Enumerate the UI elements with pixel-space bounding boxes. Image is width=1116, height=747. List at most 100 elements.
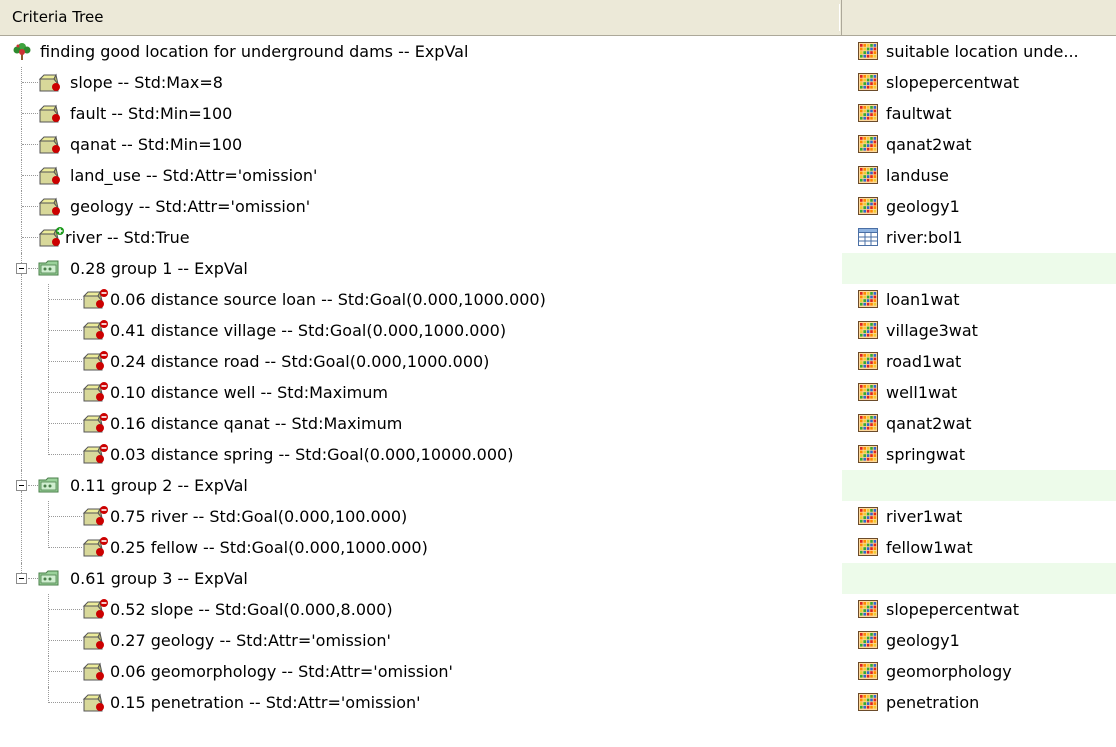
tree-connector-line xyxy=(49,361,82,362)
node-label: geology -- Std:Attr='omission' xyxy=(70,197,311,216)
criterion-row[interactable]: 0.52 slope -- Std:Goal(0.000,8.000) slope… xyxy=(0,594,1116,625)
criterion-row[interactable]: 0.15 penetration -- Std:Attr='omission' p… xyxy=(0,687,1116,718)
criterion-row[interactable]: 0.27 geology -- Std:Attr='omission' geolo… xyxy=(0,625,1116,656)
constraint-criterion-icon xyxy=(38,71,66,97)
constraint-row[interactable]: geology -- Std:Attr='omission' geology1 xyxy=(0,191,1116,222)
tree-root-row[interactable]: finding good location for underground da… xyxy=(0,36,1116,67)
criteria-tree-column-header[interactable]: Criteria Tree xyxy=(0,0,842,35)
node-label: finding good location for underground da… xyxy=(40,42,469,61)
criterion-row[interactable]: 0.16 distance qanat -- Std:Maximum qanat2… xyxy=(0,408,1116,439)
node-label: qanat -- Std:Min=100 xyxy=(70,135,243,154)
tree-connector-line xyxy=(48,687,49,703)
node-label: 0.52 slope -- Std:Goal(0.000,8.000) xyxy=(110,600,393,619)
layer-cell xyxy=(842,253,1116,284)
node-label: fault -- Std:Min=100 xyxy=(70,104,233,123)
group-row[interactable]: 0.11 group 2 -- ExpVal xyxy=(0,470,1116,501)
column-header-bar: Criteria Tree xyxy=(0,0,1116,36)
factor-criterion-icon xyxy=(82,660,110,686)
tree-connector-line xyxy=(22,237,38,238)
tree-connector-line xyxy=(21,274,22,284)
layer-cell: slopepercentwat xyxy=(842,67,1116,98)
tree-connector-line xyxy=(21,470,22,480)
factor-criterion-icon xyxy=(82,629,110,655)
raster-layer-icon xyxy=(858,507,878,525)
raster-layer-icon xyxy=(858,321,878,339)
criterion-row[interactable]: 0.41 distance village -- Std:Goal(0.000,… xyxy=(0,315,1116,346)
criterion-row[interactable]: 0.75 river -- Std:Goal(0.000,100.000) riv… xyxy=(0,501,1116,532)
layer-cell: loan1wat xyxy=(842,284,1116,315)
collapse-toggle-icon[interactable] xyxy=(16,263,27,274)
tree-connector-line xyxy=(22,206,38,207)
raster-layer-icon xyxy=(858,631,878,649)
tree-connector-line xyxy=(48,532,49,548)
layer-name: slopepercentwat xyxy=(886,600,1020,619)
layer-cell: river:bol1 xyxy=(842,222,1116,253)
tree-connector-line xyxy=(21,532,22,563)
tree-connector-line xyxy=(21,439,22,470)
collapse-toggle-icon[interactable] xyxy=(16,480,27,491)
layer-cell xyxy=(842,470,1116,501)
factor-criterion-icon xyxy=(82,319,110,345)
collapse-toggle-icon[interactable] xyxy=(16,573,27,584)
raster-layer-icon xyxy=(858,135,878,153)
tree-connector-line xyxy=(21,501,22,532)
criterion-row[interactable]: 0.03 distance spring -- Std:Goal(0.000,1… xyxy=(0,439,1116,470)
raster-layer-icon xyxy=(858,42,878,60)
tree-connector-line xyxy=(21,408,22,439)
layer-cell: well1wat xyxy=(842,377,1116,408)
tree-connector-line xyxy=(49,299,82,300)
layer-cell: river1wat xyxy=(842,501,1116,532)
node-label: slope -- Std:Max=8 xyxy=(70,73,223,92)
layer-name: slopepercentwat xyxy=(886,73,1020,92)
constraint-row[interactable]: qanat -- Std:Min=100 qanat2wat xyxy=(0,129,1116,160)
raster-layer-icon xyxy=(858,600,878,618)
tree-connector-line xyxy=(48,439,49,455)
criterion-row[interactable]: 0.25 fellow -- Std:Goal(0.000,1000.000) f… xyxy=(0,532,1116,563)
tree-connector-line xyxy=(21,377,22,408)
tree-connector-line xyxy=(49,454,82,455)
layer-cell: landuse xyxy=(842,160,1116,191)
table-layer-icon xyxy=(858,228,878,246)
layer-cell: springwat xyxy=(842,439,1116,470)
tree-connector-line xyxy=(49,516,82,517)
node-label: 0.16 distance qanat -- Std:Maximum xyxy=(110,414,403,433)
criterion-row[interactable]: 0.10 distance well -- Std:Maximum well1wa… xyxy=(0,377,1116,408)
factor-criterion-icon xyxy=(82,691,110,717)
constraint-row[interactable]: land_use -- Std:Attr='omission' landuse xyxy=(0,160,1116,191)
factor-criterion-icon xyxy=(82,350,110,376)
constraint-row[interactable]: slope -- Std:Max=8 slopepercentwat xyxy=(0,67,1116,98)
layer-name: river:bol1 xyxy=(886,228,963,247)
node-label: 0.41 distance village -- Std:Goal(0.000,… xyxy=(110,321,507,340)
group-row[interactable]: 0.28 group 1 -- ExpVal xyxy=(0,253,1116,284)
raster-layer-icon xyxy=(858,693,878,711)
tree-connector-line xyxy=(49,671,82,672)
tree-connector-line xyxy=(28,485,38,486)
decision-tree-icon xyxy=(12,41,32,65)
tree-connector-line xyxy=(22,113,38,114)
tree-connector-line xyxy=(28,268,38,269)
criterion-row[interactable]: 0.24 distance road -- Std:Goal(0.000,100… xyxy=(0,346,1116,377)
layer-name: springwat xyxy=(886,445,965,464)
raster-layer-icon xyxy=(858,290,878,308)
constraint-criterion-icon xyxy=(38,195,66,221)
layer-column-header[interactable] xyxy=(843,0,1116,35)
criterion-row[interactable]: 0.06 geomorphology -- Std:Attr='omission… xyxy=(0,656,1116,687)
layer-name: suitable location unde... xyxy=(886,42,1079,61)
node-label: 0.75 river -- Std:Goal(0.000,100.000) xyxy=(110,507,408,526)
layer-cell: geology1 xyxy=(842,191,1116,222)
layer-name: road1wat xyxy=(886,352,962,371)
node-label: 0.10 distance well -- Std:Maximum xyxy=(110,383,388,402)
node-label: 0.28 group 1 -- ExpVal xyxy=(70,259,248,278)
raster-layer-icon xyxy=(858,197,878,215)
layer-name: landuse xyxy=(886,166,949,185)
criterion-row[interactable]: 0.06 distance source loan -- Std:Goal(0.… xyxy=(0,284,1116,315)
raster-layer-icon xyxy=(858,414,878,432)
factor-criterion-icon xyxy=(82,598,110,624)
layer-cell: qanat2wat xyxy=(842,408,1116,439)
tree-connector-line xyxy=(49,330,82,331)
layer-cell: road1wat xyxy=(842,346,1116,377)
group-row[interactable]: 0.61 group 3 -- ExpVal xyxy=(0,563,1116,594)
layer-name: fellow1wat xyxy=(886,538,973,557)
constraint-row[interactable]: river -- Std:True river:bol1 xyxy=(0,222,1116,253)
constraint-row[interactable]: fault -- Std:Min=100 faultwat xyxy=(0,98,1116,129)
